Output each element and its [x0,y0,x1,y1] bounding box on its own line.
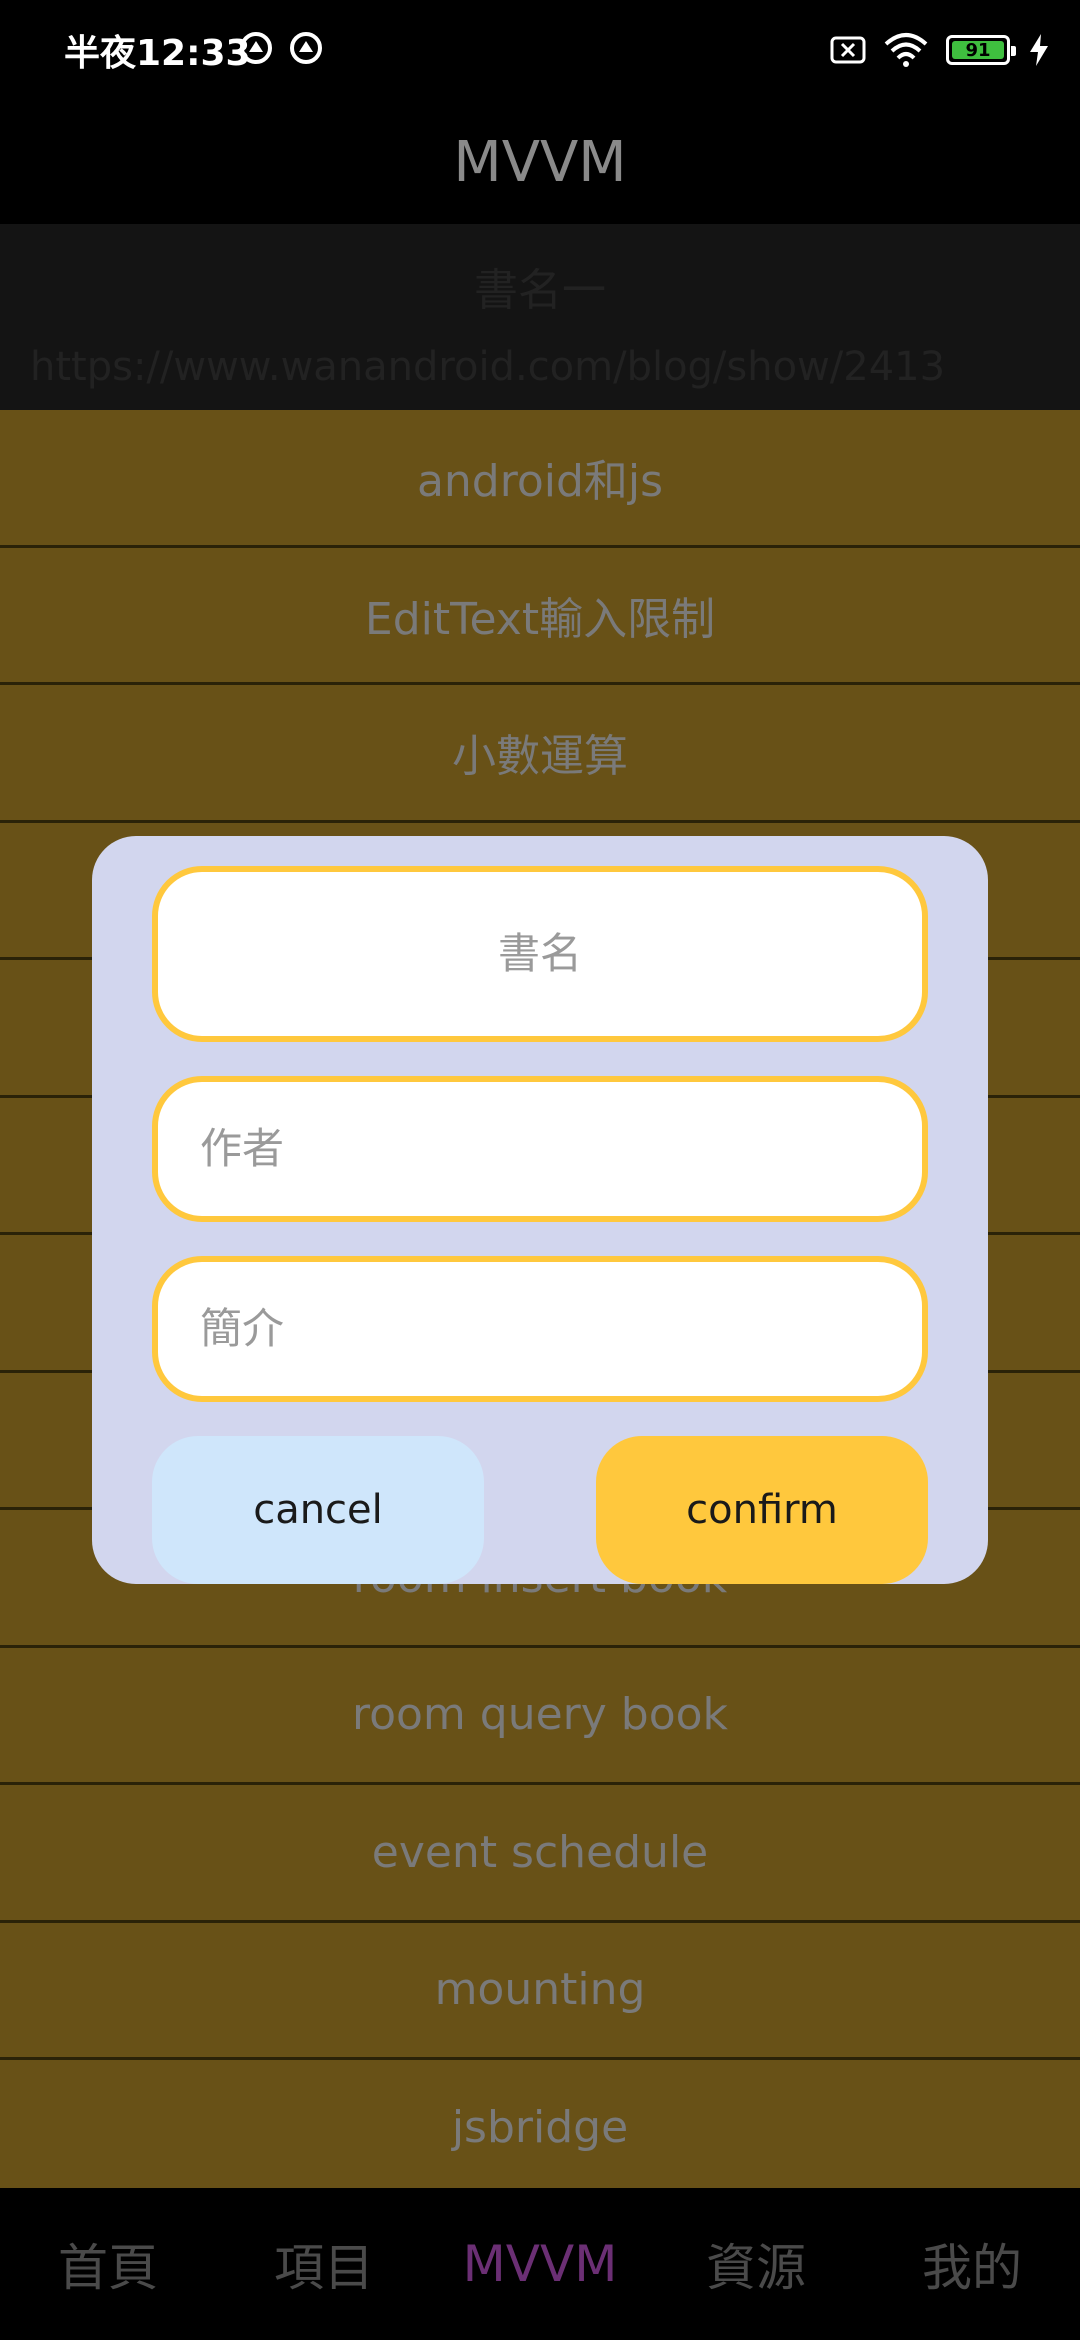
cancel-button[interactable]: cancel [152,1436,484,1584]
nav-home[interactable]: 首頁 [0,2228,216,2300]
sim-off-icon [830,36,866,64]
vpn-icon [290,32,322,64]
battery-icon: 91 [946,35,1016,65]
list-item[interactable]: EditText輸入限制 [0,547,1080,685]
list-item[interactable]: android和js [0,410,1080,548]
nav-projects[interactable]: 項目 [216,2228,432,2300]
top-card[interactable]: 書名一 https://www.wanandroid.com/blog/show… [0,224,1080,410]
status-bar: 半夜12:33 91 [0,0,1080,100]
list-item[interactable]: mounting [0,1922,1080,2060]
book-title-input[interactable] [152,866,928,1042]
author-input[interactable] [152,1076,928,1222]
app-title: MVVM [453,129,627,195]
battery-level: 91 [965,39,991,61]
top-card-url: https://www.wanandroid.com/blog/show/241… [30,344,946,390]
wifi-icon [884,33,928,67]
nav-resources[interactable]: 資源 [648,2228,864,2300]
add-book-dialog: cancel confirm [92,836,988,1584]
list-item[interactable]: jsbridge [0,2060,1080,2188]
charging-icon [1030,34,1048,66]
list-item[interactable]: room query book [0,1647,1080,1785]
summary-input[interactable] [152,1256,928,1402]
screen: 半夜12:33 91 MVVM 書名一 https://www.wanandro… [0,0,1080,2340]
list-item[interactable]: event schedule [0,1785,1080,1923]
status-icons: 91 [830,28,1050,72]
app-bar: MVVM [0,100,1080,224]
vpn-icon [240,32,272,64]
nav-mine[interactable]: 我的 [864,2228,1080,2300]
status-time: 半夜12:33 [64,33,251,74]
nav-mvvm[interactable]: MVVM [432,2235,648,2293]
bottom-nav: 首頁 項目 MVVM 資源 我的 [0,2188,1080,2340]
top-card-title: 書名一 [474,265,606,316]
confirm-button[interactable]: confirm [596,1436,928,1584]
list-item[interactable]: 小數運算 [0,685,1080,823]
